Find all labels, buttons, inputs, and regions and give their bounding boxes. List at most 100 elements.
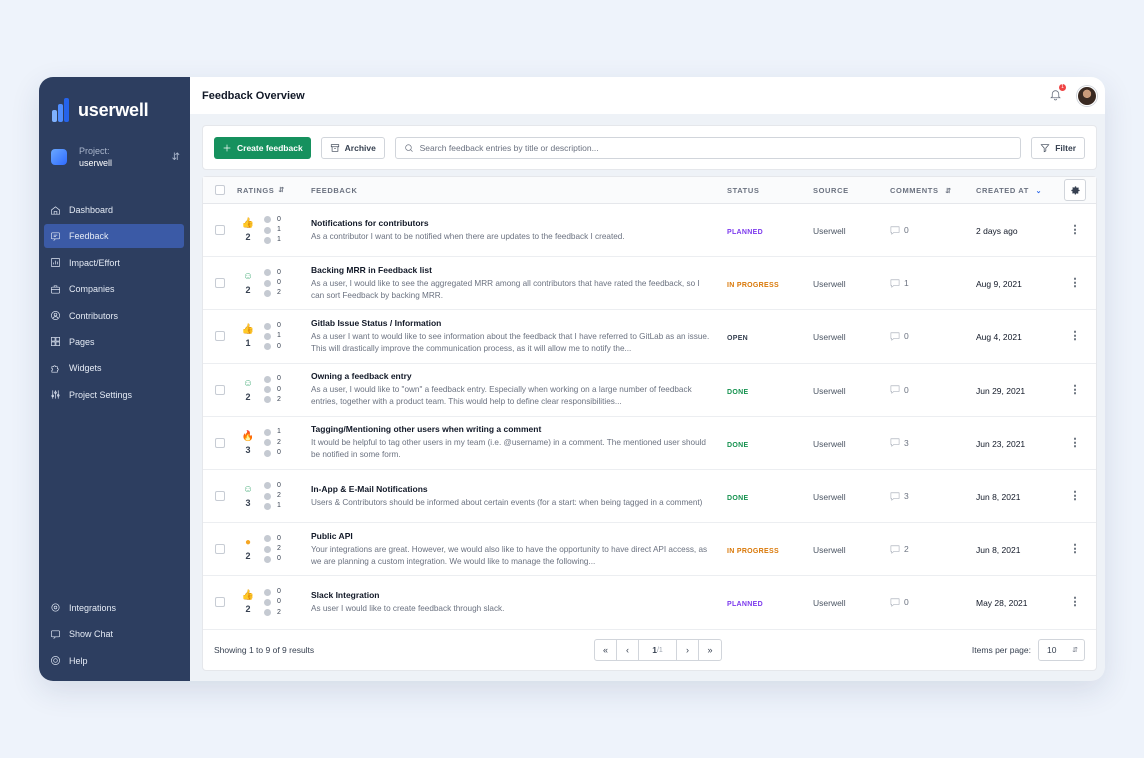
project-label: Project: bbox=[79, 146, 110, 156]
comments-column-header[interactable]: COMMENTS ⇵ bbox=[890, 186, 976, 195]
feedback-cell[interactable]: Tagging/Mentioning other users when writ… bbox=[311, 424, 727, 461]
table-row[interactable]: ☺ 2 0 0 2 Owning a feedback entry As a user, I… bbox=[203, 364, 1096, 417]
row-menu-button[interactable]: ⋮ bbox=[1070, 597, 1081, 608]
thumbs-up-icon: 👍 bbox=[241, 218, 255, 230]
rating-level-icon bbox=[264, 332, 271, 340]
project-switcher[interactable]: Project: userwell ⇵ bbox=[39, 137, 190, 177]
status-badge: IN PROGRESS bbox=[727, 282, 779, 290]
sidebar-item-widgets[interactable]: Widgets bbox=[44, 356, 184, 380]
logo[interactable]: userwell bbox=[39, 87, 190, 133]
sidebar-item-help[interactable]: Help bbox=[44, 649, 184, 673]
feedback-cell[interactable]: In-App & E-Mail Notifications Users & Con… bbox=[311, 484, 727, 509]
rating-cell: ☺ 2 0 0 2 bbox=[234, 374, 311, 405]
source-value: Userwell bbox=[813, 438, 846, 449]
row-checkbox[interactable] bbox=[215, 437, 225, 448]
feedback-cell[interactable]: Slack Integration As user I would like to… bbox=[311, 590, 727, 615]
rating-level-icon bbox=[264, 502, 271, 510]
table-row[interactable]: ☺ 2 0 0 2 Backing MRR in Feedback list As a us… bbox=[203, 257, 1096, 311]
row-menu-button[interactable]: ⋮ bbox=[1070, 544, 1081, 555]
sidebar-item-companies[interactable]: Companies bbox=[44, 277, 184, 301]
main-area: Feedback Overview 1 Create feedback Arch… bbox=[190, 77, 1105, 681]
comments-count: 0 bbox=[890, 385, 976, 395]
source-value: Userwell bbox=[813, 492, 846, 503]
table-row[interactable]: 👍 1 0 1 0 Gitlab Issue Status / Information As… bbox=[203, 310, 1096, 364]
sidebar-item-impact-effort[interactable]: Impact/Effort bbox=[44, 251, 184, 275]
ratings-column-header[interactable]: RATINGS ⇵ bbox=[234, 186, 311, 195]
app-window: userwell Project: userwell ⇵ Dashboard Fe… bbox=[39, 77, 1105, 681]
row-checkbox[interactable] bbox=[215, 225, 225, 236]
items-per-page-value: 10 bbox=[1046, 645, 1057, 655]
sidebar-item-label: Pages bbox=[69, 336, 95, 347]
table-row[interactable]: ● 2 0 2 0 Public API Your integrations are gre… bbox=[203, 523, 1096, 577]
rating-count: 0 bbox=[277, 555, 281, 563]
rating-level-icon bbox=[264, 429, 271, 437]
avatar[interactable] bbox=[1077, 85, 1097, 106]
table-row[interactable]: 👍 2 0 0 2 Slack Integration As user I would li… bbox=[203, 576, 1096, 630]
feedback-cell[interactable]: Public API Your integrations are great. H… bbox=[311, 531, 727, 568]
row-menu-button[interactable]: ⋮ bbox=[1070, 278, 1081, 289]
rating-total: 3 bbox=[245, 498, 251, 509]
archive-button[interactable]: Archive bbox=[320, 136, 385, 159]
gear-icon bbox=[1070, 185, 1080, 195]
sidebar-item-dashboard[interactable]: Dashboard bbox=[44, 198, 184, 222]
row-menu-button[interactable]: ⋮ bbox=[1070, 491, 1081, 502]
table-row[interactable]: 👍 2 0 1 1 Notifications for contributors As a … bbox=[203, 204, 1096, 258]
filter-button[interactable]: Filter bbox=[1031, 136, 1085, 159]
comments-value: 3 bbox=[904, 437, 909, 448]
sidebar-item-contributors[interactable]: Contributors bbox=[44, 304, 184, 328]
notifications-button[interactable]: 1 bbox=[1049, 83, 1066, 104]
row-menu-button[interactable]: ⋮ bbox=[1070, 384, 1081, 395]
rating-count: 0 bbox=[277, 268, 281, 276]
comment-icon bbox=[890, 279, 900, 288]
row-checkbox[interactable] bbox=[215, 384, 225, 395]
comments-count: 0 bbox=[890, 225, 976, 235]
table-row[interactable]: ☺ 3 0 2 1 In-App & E-Mail Notifications Users … bbox=[203, 470, 1096, 524]
row-menu-button[interactable]: ⋮ bbox=[1070, 225, 1081, 236]
next-page-button[interactable]: › bbox=[677, 640, 700, 660]
rating-total: 2 bbox=[245, 232, 251, 243]
create-feedback-button[interactable]: Create feedback bbox=[214, 136, 311, 159]
table-header: RATINGS ⇵ FEEDBACK STATUS SOURCE COMMENT… bbox=[203, 177, 1096, 204]
feedback-description: As a user, I would like to "own" a feedb… bbox=[311, 385, 692, 407]
comments-value: 3 bbox=[904, 491, 909, 502]
first-page-button[interactable]: « bbox=[595, 640, 618, 660]
status-badge: IN PROGRESS bbox=[727, 548, 779, 556]
rating-total: 2 bbox=[245, 391, 251, 402]
row-checkbox[interactable] bbox=[215, 544, 225, 555]
table-row[interactable]: 🔥 3 1 2 0 Tagging/Mentioning other users when… bbox=[203, 417, 1096, 470]
source-value: Userwell bbox=[813, 598, 846, 609]
prev-page-button[interactable]: ‹ bbox=[617, 640, 640, 660]
sidebar-item-show-chat[interactable]: Show Chat bbox=[44, 622, 184, 646]
select-all-checkbox[interactable] bbox=[215, 185, 225, 195]
help-icon bbox=[51, 656, 60, 666]
rating-count: 0 bbox=[277, 598, 281, 606]
feedback-cell[interactable]: Owning a feedback entry As a user, I woul… bbox=[311, 371, 727, 408]
created-column-header[interactable]: CREATED AT ⌄ bbox=[976, 186, 1054, 195]
comments-value: 1 bbox=[904, 278, 909, 289]
items-per-page-select[interactable]: 10 ⇵ bbox=[1037, 639, 1085, 661]
feedback-cell[interactable]: Gitlab Issue Status / Information As a us… bbox=[311, 318, 727, 355]
feedback-cell[interactable]: Backing MRR in Feedback list As a user, I… bbox=[311, 265, 727, 302]
row-checkbox[interactable] bbox=[215, 331, 225, 342]
row-checkbox[interactable] bbox=[215, 491, 225, 502]
row-checkbox[interactable] bbox=[215, 597, 225, 608]
sidebar-item-project-settings[interactable]: Project Settings bbox=[44, 383, 184, 407]
feedback-title: Backing MRR in Feedback list bbox=[311, 264, 432, 275]
search-box[interactable] bbox=[394, 136, 1022, 159]
row-menu-button[interactable]: ⋮ bbox=[1070, 331, 1081, 342]
table-body: 👍 2 0 1 1 Notifications for contributors As a … bbox=[203, 204, 1096, 630]
search-input[interactable] bbox=[419, 142, 1013, 153]
table-settings-button[interactable] bbox=[1064, 179, 1086, 201]
rating-level-icon bbox=[264, 396, 271, 404]
row-menu-button[interactable]: ⋮ bbox=[1070, 437, 1081, 448]
rating-count: 0 bbox=[277, 534, 281, 542]
last-page-button[interactable]: » bbox=[699, 640, 721, 660]
sidebar-item-pages[interactable]: Pages bbox=[44, 330, 184, 354]
row-checkbox[interactable] bbox=[215, 278, 225, 289]
sidebar-item-feedback[interactable]: Feedback bbox=[44, 224, 184, 249]
project-icon bbox=[51, 149, 67, 165]
sidebar-item-integrations[interactable]: Integrations bbox=[44, 596, 184, 620]
search-icon bbox=[405, 143, 413, 152]
feedback-cell[interactable]: Notifications for contributors As a contr… bbox=[311, 218, 727, 243]
rating-cell: 👍 1 0 1 0 bbox=[234, 321, 311, 352]
